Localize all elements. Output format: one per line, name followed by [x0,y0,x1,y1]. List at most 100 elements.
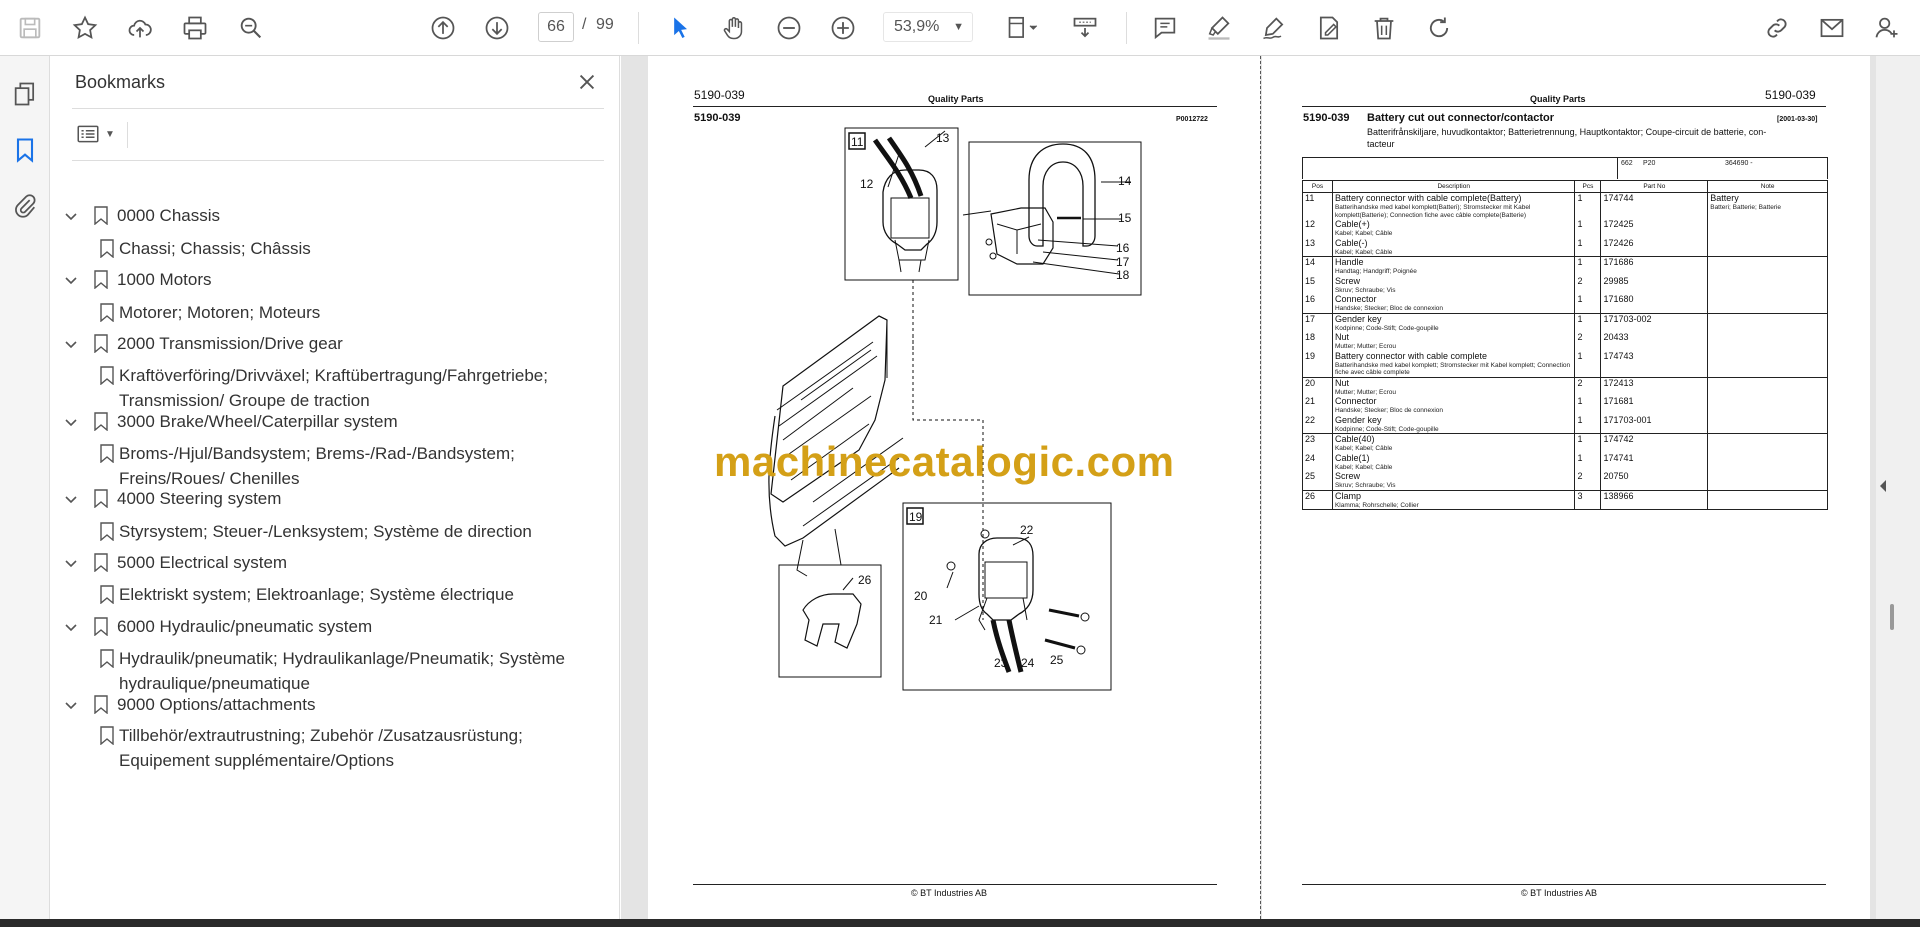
section-date: [2001-03-30] [1777,116,1818,123]
table-row: 22 Gender key Kodpinne; Code-Stift; Code-g… [1302,414,1828,434]
description-translations: Skruv; Schraube; Vis [1334,286,1396,294]
bookmark-icon [93,270,109,290]
bookmark-icon [93,553,109,573]
page-down-icon[interactable] [478,9,516,47]
expand-panel-icon[interactable] [1878,476,1890,496]
hand-icon[interactable] [715,9,753,47]
zoom-level-select[interactable]: 53,9% ▼ [883,12,973,42]
cell-note [1707,452,1828,471]
description-translations: Handske; Stecker; Bloc de connexion [1334,407,1443,414]
edit-pdf-icon[interactable] [1310,9,1348,47]
cell-pos: 16 [1302,294,1333,313]
user-icon[interactable] [1868,9,1906,47]
cell-note [1707,332,1828,351]
toolbar-divider [638,12,639,44]
col-description: Description [1332,180,1576,193]
email-icon[interactable] [1813,9,1851,47]
cell-pos: 17 [1302,312,1333,332]
col-pcs: Pcs [1574,180,1602,193]
highlight-icon[interactable] [1200,9,1238,47]
bookmark-icon [99,649,115,669]
bookmark-label: 0000 Chassis [117,206,221,225]
description-translations: Kabel; Kabel; Câble [1334,445,1393,452]
chevron-down-icon[interactable] [63,271,79,287]
cell-note [1707,471,1828,490]
cell-note [1707,414,1828,434]
col-note: Note [1707,180,1828,193]
box-11 [844,127,959,281]
table-row: 24 Cable(1) Kabel; Kabel; Câble 1 174741 [1302,452,1828,471]
description-main: Gender key [1334,313,1382,324]
bookmark-child-label: Chassi; Chassis; Châssis [119,239,311,258]
cell-pcs: 1 [1574,350,1602,377]
cell-pcs: 2 [1574,471,1602,490]
description-main: Battery connector with cable complete [1334,350,1488,361]
left-doc-number: 5190-039 [694,88,745,102]
zoom-out-icon[interactable] [770,9,808,47]
chevron-down-icon[interactable] [63,490,79,506]
bookmark-panel-icon[interactable] [7,132,43,168]
upload-icon[interactable] [121,9,159,47]
comment-icon[interactable] [1146,9,1184,47]
description-translations: Kabel; Kabel; Câble [1334,463,1393,471]
bookmark-icon [93,206,109,226]
rotate-icon[interactable] [1420,9,1458,47]
panel-title: Bookmarks [75,72,166,92]
scroll-mode-icon[interactable] [1064,9,1106,47]
chevron-down-icon[interactable] [63,618,79,634]
cell-pos: 23 [1302,433,1333,453]
delete-icon[interactable] [1365,9,1403,47]
cell-note [1707,433,1828,453]
fit-page-icon[interactable] [997,9,1047,47]
page-up-icon[interactable] [424,9,462,47]
filter-bar: 662 P20 364690 - [1302,157,1828,179]
table-row: 17 Gender key Kodpinne; Code-Stift; Code-g… [1302,312,1828,332]
parts-table: Pos Description Pcs Part No Note 11 Batte… [1302,180,1828,510]
chevron-down-icon[interactable] [63,413,79,429]
close-icon[interactable] [572,67,602,97]
bookmark-label: 3000 Brake/Wheel/Caterpillar system [117,412,398,431]
select-arrow-icon[interactable] [661,9,699,47]
section-subtitle-1: Batterifrånskiljare, huvudkontaktor; Bat… [1367,127,1767,137]
save-icon[interactable] [11,9,49,47]
cell-pos: 21 [1302,396,1333,415]
right-rail [1876,56,1920,919]
section-title: Battery cut out connector/contactor [1367,112,1555,124]
bookmark-child-label: Tillbehör/extrautrustning; Zubehör /Zusa… [119,726,523,745]
description-translations: Handtag; Handgriff; Poignée [1334,268,1417,275]
bookmark-icon [99,444,115,464]
cell-description: Battery connector with cable complete Bat… [1332,350,1576,377]
zoom-search-icon[interactable] [232,9,270,47]
page-number-input[interactable]: 66 [538,12,574,42]
print-icon[interactable] [176,9,214,47]
bookmark-child-label: Equipement supplémentaire/Options [119,751,394,770]
cell-part-no: 172426 [1600,237,1709,257]
description-translations: Mutter; Mutter; Ecrou [1334,343,1396,350]
zoom-level-value: 53,9% [894,18,940,35]
cell-note [1707,237,1828,257]
description-translations: Mutter; Mutter; Ecrou [1334,388,1396,396]
share-link-icon[interactable] [1758,9,1796,47]
sign-icon[interactable] [1255,9,1293,47]
taskbar-strip [0,919,1920,927]
zoom-in-icon[interactable] [824,9,862,47]
pages-thumbnail-icon[interactable] [7,76,43,112]
star-icon[interactable] [66,9,104,47]
col-part-no: Part No [1600,180,1709,193]
bookmark-child-label: Styrsystem; Steuer-/Lenksystem; Système … [119,522,532,541]
table-row: 12 Cable(+) Kabel; Kabel; Câble 1 172425 [1302,219,1828,238]
chevron-down-icon[interactable] [63,207,79,223]
cell-description: Nut Mutter; Mutter; Ecrou [1332,332,1576,351]
bookmark-options-button[interactable]: ▼ [75,118,121,150]
table-row: 14 Handle Handtag; Handgriff; Poignée 1 1716… [1302,256,1828,276]
cell-description: Cable(+) Kabel; Kabel; Câble [1332,219,1576,238]
chevron-down-icon[interactable] [63,696,79,712]
description-main: Screw [1334,471,1360,481]
scrollbar-thumb[interactable] [1890,604,1894,630]
cell-note [1707,275,1828,294]
chevron-down-icon[interactable] [63,554,79,570]
bookmark-icon [99,303,115,323]
attachment-icon[interactable] [7,188,43,224]
callout-21: 21 [929,613,943,627]
chevron-down-icon[interactable] [63,335,79,351]
